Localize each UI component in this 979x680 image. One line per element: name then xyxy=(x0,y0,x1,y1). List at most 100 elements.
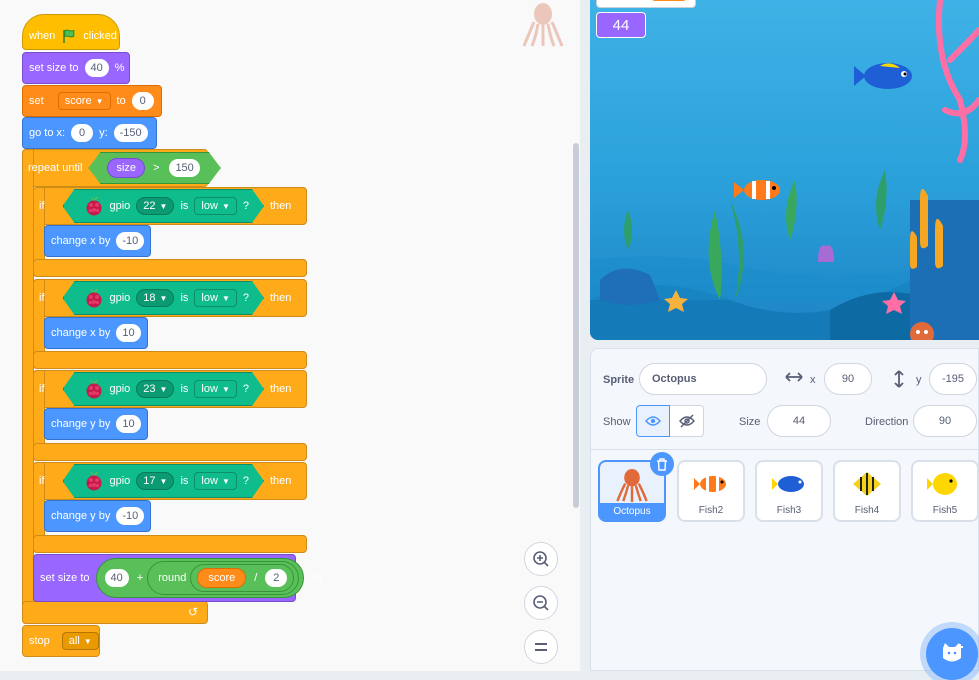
plus-symbol: + xyxy=(136,572,144,584)
zoom-in-button[interactable] xyxy=(524,542,558,576)
raspberry-pi-icon xyxy=(84,378,104,400)
code-area-scrollbar[interactable] xyxy=(573,143,579,508)
sprite-tile-name: Fish2 xyxy=(698,505,724,516)
if-block[interactable]: if gpio 22 ▼ is low ▼ ? then change x by -… xyxy=(33,187,307,277)
go-to-x-input[interactable]: 0 xyxy=(71,124,94,142)
percent-label: % xyxy=(312,572,323,584)
change-y-block[interactable]: change y by 10 xyxy=(44,408,148,440)
gpio-pin-dropdown[interactable]: 23 ▼ xyxy=(136,380,174,398)
gpio-pin-value: 22 xyxy=(143,200,156,212)
percent-label: % xyxy=(114,62,125,74)
clownfish-icon xyxy=(694,476,726,492)
greater-than-symbol: > xyxy=(153,162,160,174)
go-to-y-input[interactable]: -150 xyxy=(113,124,148,142)
change-input[interactable]: -10 xyxy=(116,232,145,250)
go-to-xy-block[interactable]: go to x: 0 y: -150 xyxy=(22,117,157,149)
divide-operator[interactable]: score / 2 xyxy=(190,564,295,592)
sprite-tile-fish2[interactable]: Fish2 xyxy=(677,460,745,522)
then-label: then xyxy=(269,383,292,395)
gpio-pin-dropdown[interactable]: 22 ▼ xyxy=(136,197,174,215)
change-y-block[interactable]: change y by -10 xyxy=(44,500,152,532)
round-operator[interactable]: round score / 2 xyxy=(147,561,300,595)
sprite-name-value: Octopus xyxy=(652,373,697,385)
gpio-state-value: low xyxy=(201,200,218,212)
change-x-block[interactable]: change x by 10 xyxy=(44,317,148,349)
if-block[interactable]: if gpio 23 ▼ is low ▼ ? then change y by 1… xyxy=(33,370,307,461)
to-label: to xyxy=(116,95,126,107)
chevron-down-icon: ▼ xyxy=(159,476,168,486)
chevron-down-icon: ▼ xyxy=(159,384,168,394)
if-label: if xyxy=(39,475,45,487)
add-input[interactable]: 40 xyxy=(104,569,129,587)
variable-dropdown[interactable]: score ▼ xyxy=(57,92,111,110)
loop-arrow-icon: ↺ xyxy=(188,605,199,619)
delete-sprite-button[interactable] xyxy=(650,452,674,476)
change-x-block[interactable]: change x by -10 xyxy=(44,225,152,257)
set-size-input[interactable]: 40 xyxy=(84,59,109,77)
size-reporter[interactable]: size xyxy=(107,158,145,178)
vertical-arrows-icon xyxy=(893,370,905,391)
stop-option-value: all xyxy=(68,635,80,647)
divide-input[interactable]: 2 xyxy=(265,569,288,587)
set-value-input[interactable]: 0 xyxy=(131,92,154,110)
zoom-reset-button[interactable] xyxy=(524,630,558,664)
choose-sprite-button[interactable] xyxy=(926,628,978,680)
gpio-state-dropdown[interactable]: low ▼ xyxy=(194,472,236,490)
raspberry-pi-icon xyxy=(84,470,104,492)
score-reporter[interactable]: score xyxy=(197,568,247,588)
add-operator[interactable]: 40 + round score / 2 xyxy=(95,558,305,598)
stop-option-dropdown[interactable]: all ▼ xyxy=(61,632,99,650)
chevron-down-icon: ▼ xyxy=(95,96,104,106)
gpio-condition[interactable]: gpio 22 ▼ is low ▼ ? xyxy=(63,189,264,223)
go-to-y-label: y: xyxy=(99,127,108,139)
sprite-tile-fish4[interactable]: Fish4 xyxy=(833,460,901,522)
greater-than-operator[interactable]: size > 150 xyxy=(88,152,220,184)
change-input[interactable]: -10 xyxy=(116,507,145,525)
sprite-tile-fish3[interactable]: Fish3 xyxy=(755,460,823,522)
is-label: is xyxy=(180,292,189,304)
if-label: if xyxy=(39,200,45,212)
greater-than-input[interactable]: 150 xyxy=(169,159,199,177)
is-label: is xyxy=(180,475,189,487)
when-label: when xyxy=(29,30,56,42)
stage[interactable]: 44 xyxy=(590,0,979,340)
show-visible-button[interactable] xyxy=(636,405,670,437)
gpio-condition[interactable]: gpio 17 ▼ is low ▼ ? xyxy=(63,464,264,498)
sprite-name-input[interactable]: Octopus xyxy=(639,363,767,395)
when-flag-clicked-block[interactable]: when clicked xyxy=(22,14,120,50)
code-area[interactable]: when clicked set size to 40 % set score ▼… xyxy=(0,0,580,671)
change-input[interactable]: 10 xyxy=(116,324,141,342)
x-label: x xyxy=(810,374,816,386)
sprite-tile-fish5[interactable]: Fish5 xyxy=(911,460,979,522)
angelfish-icon xyxy=(853,472,881,496)
gpio-state-dropdown[interactable]: low ▼ xyxy=(194,289,236,307)
change-input[interactable]: 10 xyxy=(116,415,141,433)
size-input[interactable]: 44 xyxy=(767,405,831,437)
gpio-label: gpio xyxy=(109,200,131,212)
if-block[interactable]: if gpio 18 ▼ is low ▼ ? then change x by 1… xyxy=(33,279,307,369)
gpio-pin-value: 23 xyxy=(143,383,156,395)
yellow-fish-icon xyxy=(927,473,957,495)
gpio-pin-dropdown[interactable]: 17 ▼ xyxy=(136,472,174,490)
gpio-state-dropdown[interactable]: low ▼ xyxy=(194,380,236,398)
then-label: then xyxy=(269,292,292,304)
if-block[interactable]: if gpio 17 ▼ is low ▼ ? then change y by -… xyxy=(33,462,307,553)
show-hidden-button[interactable] xyxy=(670,405,704,437)
gpio-state-dropdown[interactable]: low ▼ xyxy=(194,197,236,215)
set-variable-block[interactable]: set score ▼ to 0 xyxy=(22,85,162,117)
x-position-input[interactable]: 90 xyxy=(824,363,872,395)
y-position-input[interactable]: -195 xyxy=(929,363,977,395)
set-size-block[interactable]: set size to 40 % xyxy=(22,52,130,84)
direction-input[interactable]: 90 xyxy=(913,405,977,437)
gpio-label: gpio xyxy=(109,383,131,395)
gpio-pin-dropdown[interactable]: 18 ▼ xyxy=(136,289,174,307)
change-label: change x by xyxy=(51,327,111,339)
repeat-until-label: repeat until xyxy=(28,162,83,174)
set-size-expression-block[interactable]: set size to 40 + round score / 2 % xyxy=(33,554,322,602)
is-label: is xyxy=(180,383,189,395)
gpio-condition[interactable]: gpio 23 ▼ is low ▼ ? xyxy=(63,372,264,406)
zoom-in-icon xyxy=(533,551,549,567)
stop-block[interactable]: stop all ▼ xyxy=(22,625,100,657)
gpio-condition[interactable]: gpio 18 ▼ is low ▼ ? xyxy=(63,281,264,315)
zoom-out-button[interactable] xyxy=(524,586,558,620)
